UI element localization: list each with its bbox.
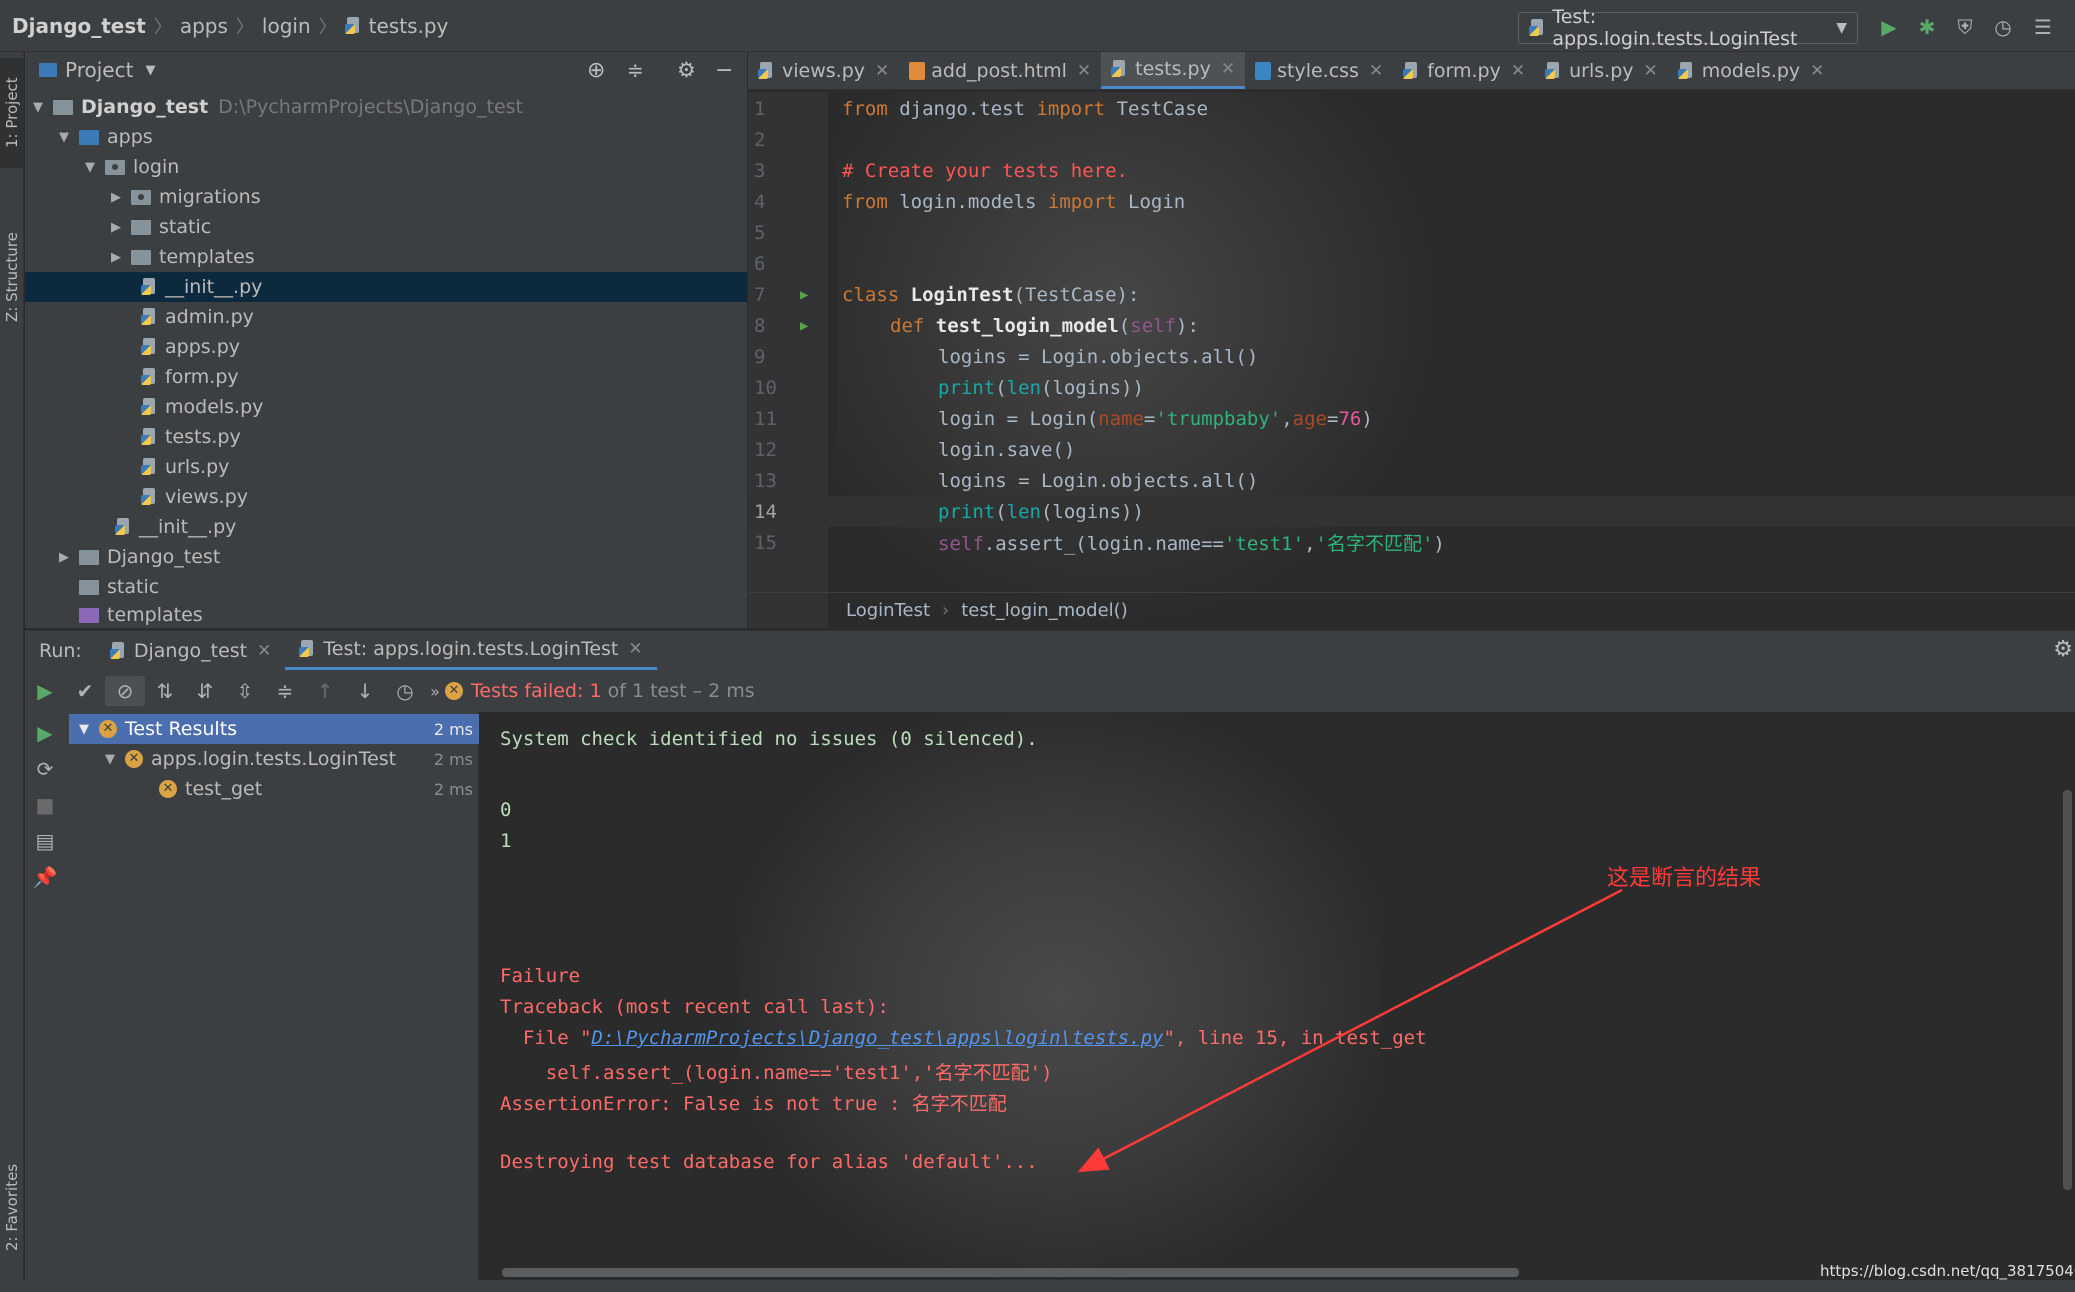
- status-bar: [0, 1280, 2075, 1292]
- watermark: https://blog.csdn.net/qq_38175040: [1820, 1262, 2075, 1280]
- annotation-arrow: [1077, 888, 1623, 1173]
